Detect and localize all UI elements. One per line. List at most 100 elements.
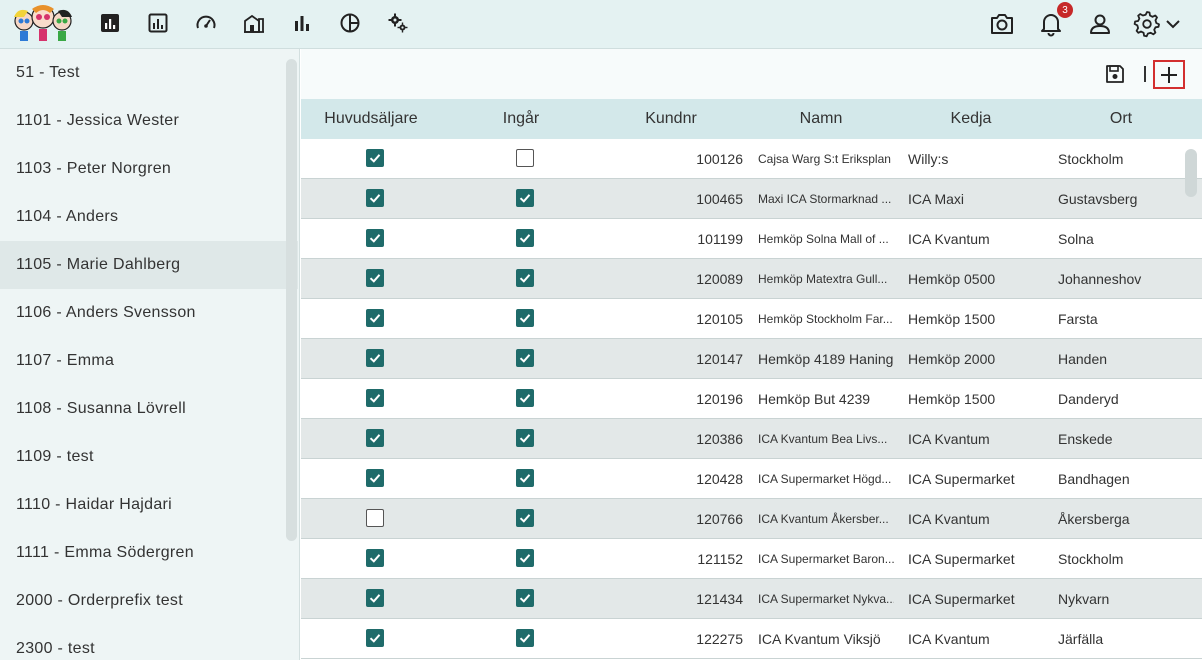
chevron-down-icon[interactable] <box>1161 8 1185 40</box>
cell-kedja: ICA Maxi <box>908 191 965 207</box>
ingar-checkbox[interactable] <box>516 509 534 527</box>
main-panel: Huvudsäljare Ingår Kundnr Namn Kedja Ort… <box>301 49 1202 660</box>
settings-cogs-icon[interactable] <box>385 10 411 36</box>
sidebar-item[interactable]: 1110 - Haidar Hajdari <box>0 481 298 529</box>
cell-kundnr: 121152 <box>697 551 743 567</box>
cell-namn: Hemköp Matextra Gull... <box>758 272 888 286</box>
customer-table-body: 100126 Cajsa Warg S:t Eriksplan Willy:s Sto… <box>301 139 1202 660</box>
sidebar-item[interactable]: 1109 - test <box>0 433 298 481</box>
ingar-checkbox[interactable] <box>516 269 534 287</box>
sidebar-item[interactable]: 1104 - Anders <box>0 193 298 241</box>
gear-icon[interactable] <box>1131 8 1163 40</box>
table-row[interactable]: 120766 ICA Kvantum Åkersber... ICA Kvantum… <box>301 499 1202 539</box>
ingar-checkbox[interactable] <box>516 149 534 167</box>
cell-kedja: ICA Supermarket <box>908 591 1015 607</box>
table-row[interactable]: 120105 Hemköp Stockholm Far... Hemköp 1500… <box>301 299 1202 339</box>
ingar-checkbox[interactable] <box>516 229 534 247</box>
speedometer-icon[interactable] <box>193 10 219 36</box>
sidebar-item[interactable]: 1101 - Jessica Wester <box>0 97 298 145</box>
add-button[interactable] <box>1153 60 1185 89</box>
huvudsaljare-checkbox[interactable] <box>366 469 384 487</box>
cell-namn: ICA Supermarket Högd... <box>758 472 892 486</box>
huvudsaljare-checkbox[interactable] <box>366 269 384 287</box>
table-row[interactable]: 100126 Cajsa Warg S:t Eriksplan Willy:s Sto… <box>301 139 1202 179</box>
logo[interactable] <box>10 3 76 45</box>
sidebar-item[interactable]: 2300 - test <box>0 625 298 660</box>
huvudsaljare-checkbox[interactable] <box>366 589 384 607</box>
cell-namn: Hemköp Solna Mall of ... <box>758 232 889 246</box>
cell-ort: Åkersberga <box>1058 511 1130 527</box>
cell-kundnr: 120386 <box>696 431 743 447</box>
ingar-checkbox[interactable] <box>516 469 534 487</box>
table-scrollbar[interactable] <box>1185 149 1197 197</box>
huvudsaljare-checkbox[interactable] <box>366 349 384 367</box>
column-header-namn[interactable]: Namn <box>771 99 871 139</box>
sidebar-item[interactable]: 1106 - Anders Svensson <box>0 289 298 337</box>
buildings-icon[interactable] <box>241 10 267 36</box>
ingar-checkbox[interactable] <box>516 629 534 647</box>
huvudsaljare-checkbox[interactable] <box>366 189 384 207</box>
table-row[interactable]: 101199 Hemköp Solna Mall of ... ICA Kvantu… <box>301 219 1202 259</box>
sidebar-scrollbar[interactable] <box>286 59 297 541</box>
cell-kedja: ICA Supermarket <box>908 551 1015 567</box>
sidebar-item[interactable]: 1108 - Susanna Lövrell <box>0 385 298 433</box>
table-row[interactable]: 121152 ICA Supermarket Baron... ICA Superm… <box>301 539 1202 579</box>
save-button[interactable] <box>1103 62 1127 86</box>
ingar-checkbox[interactable] <box>516 429 534 447</box>
huvudsaljare-checkbox[interactable] <box>366 309 384 327</box>
table-row[interactable]: 120428 ICA Supermarket Högd... ICA Superma… <box>301 459 1202 499</box>
huvudsaljare-checkbox[interactable] <box>366 429 384 447</box>
huvudsaljare-checkbox[interactable] <box>366 509 384 527</box>
top-bar: 3 <box>0 0 1202 49</box>
sidebar-item[interactable]: 1107 - Emma <box>0 337 298 385</box>
column-header-ort[interactable]: Ort <box>1071 99 1171 139</box>
table-row[interactable]: 100465 Maxi ICA Stormarknad ... ICA Maxi Gu… <box>301 179 1202 219</box>
huvudsaljare-checkbox[interactable] <box>366 389 384 407</box>
column-header-ingar[interactable]: Ingår <box>461 99 581 139</box>
table-row[interactable]: 120147 Hemköp 4189 Haninge Hemköp 2000 Hand… <box>301 339 1202 379</box>
cell-namn: ICA Kvantum Viksjö <box>758 631 881 647</box>
toolbar-divider <box>1144 66 1146 82</box>
table-row[interactable]: 121434 ICA Supermarket Nykva... ICA Superm… <box>301 579 1202 619</box>
table-row[interactable]: 120386 ICA Kvantum Bea Livs... ICA Kvantum… <box>301 419 1202 459</box>
ingar-checkbox[interactable] <box>516 189 534 207</box>
sidebar-item[interactable]: 1103 - Peter Norgren <box>0 145 298 193</box>
cell-kundnr: 120089 <box>696 271 743 287</box>
user-icon[interactable] <box>1084 8 1116 40</box>
camera-icon[interactable] <box>986 8 1018 40</box>
table-row[interactable]: 122275 ICA Kvantum Viksjö ICA Kvantum Järfä… <box>301 619 1202 659</box>
sidebar-item[interactable]: 51 - Test <box>0 49 298 97</box>
cell-kedja: Hemköp 0500 <box>908 271 996 287</box>
sidebar-item-selected[interactable]: 1105 - Marie Dahlberg <box>0 241 298 289</box>
column-header-huvudsaljare[interactable]: Huvudsäljare <box>301 99 441 139</box>
ingar-checkbox[interactable] <box>516 309 534 327</box>
table-row[interactable]: 120196 Hemköp But 4239 Hemköp 1500 Danderyd <box>301 379 1202 419</box>
ingar-checkbox[interactable] <box>516 549 534 567</box>
ingar-checkbox[interactable] <box>516 349 534 367</box>
pie-chart-icon[interactable] <box>337 10 363 36</box>
cell-kedja: ICA Kvantum <box>908 231 990 247</box>
report-icon[interactable] <box>145 10 171 36</box>
table-row[interactable]: 120089 Hemköp Matextra Gull... Hemköp 0500… <box>301 259 1202 299</box>
sidebar-item[interactable]: 2000 - Orderprefix test <box>0 577 298 625</box>
cell-ort: Danderyd <box>1058 391 1119 407</box>
ingar-checkbox[interactable] <box>516 589 534 607</box>
column-header-kedja[interactable]: Kedja <box>921 99 1021 139</box>
huvudsaljare-checkbox[interactable] <box>366 549 384 567</box>
huvudsaljare-checkbox[interactable] <box>366 149 384 167</box>
cell-kedja: ICA Kvantum <box>908 431 990 447</box>
huvudsaljare-checkbox[interactable] <box>366 629 384 647</box>
cell-kundnr: 121434 <box>696 591 743 607</box>
salesperson-sidebar: 51 - Test 1101 - Jessica Wester 1103 - P… <box>0 49 300 660</box>
ingar-checkbox[interactable] <box>516 389 534 407</box>
bar-chart-icon[interactable] <box>289 10 315 36</box>
sidebar-item[interactable]: 1111 - Emma Södergren <box>0 529 298 577</box>
cell-ort: Stockholm <box>1058 151 1124 167</box>
cell-ort: Enskede <box>1058 431 1113 447</box>
cell-kedja: Hemköp 1500 <box>908 391 996 407</box>
huvudsaljare-checkbox[interactable] <box>366 229 384 247</box>
column-header-kundnr[interactable]: Kundnr <box>621 99 721 139</box>
notification-badge: 3 <box>1057 2 1073 18</box>
cell-kundnr: 122275 <box>696 631 743 647</box>
dashboard-icon[interactable] <box>97 10 123 36</box>
